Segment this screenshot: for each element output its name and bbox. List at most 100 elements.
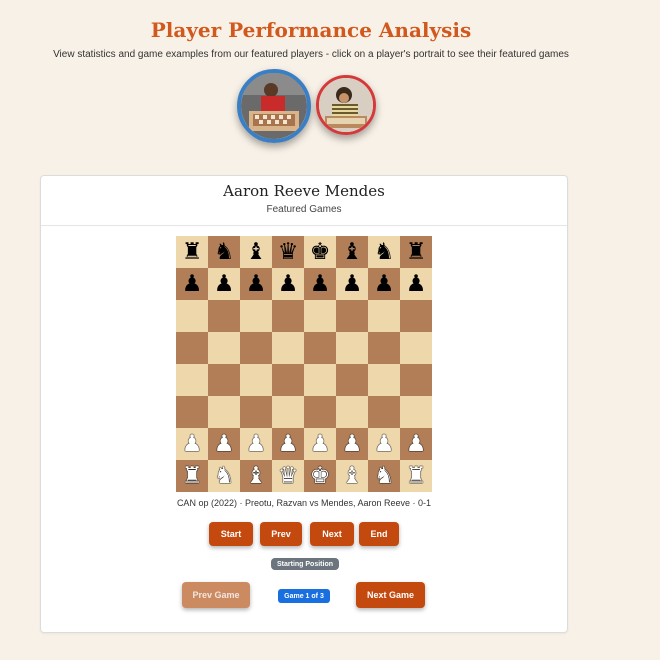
board-square-g6[interactable] [368,300,400,332]
black-pawn-icon[interactable]: ♟ [406,272,427,296]
board-square-e1[interactable]: ♚ [304,460,336,492]
black-pawn-icon[interactable]: ♟ [182,272,203,296]
white-pawn-icon[interactable]: ♟ [278,432,299,456]
board-square-d7[interactable]: ♟ [272,268,304,300]
white-pawn-icon[interactable]: ♟ [246,432,267,456]
board-square-b6[interactable] [208,300,240,332]
board-square-b8[interactable]: ♞ [208,236,240,268]
board-square-d4[interactable] [272,364,304,396]
board-square-f7[interactable]: ♟ [336,268,368,300]
white-bishop-icon[interactable]: ♝ [342,464,363,488]
next-game-button[interactable]: Next Game [356,582,425,608]
board-square-c4[interactable] [240,364,272,396]
board-square-b5[interactable] [208,332,240,364]
white-pawn-icon[interactable]: ♟ [374,432,395,456]
board-square-b2[interactable]: ♟ [208,428,240,460]
board-square-h8[interactable]: ♜ [400,236,432,268]
board-square-d3[interactable] [272,396,304,428]
player-portrait-mendes[interactable] [237,69,311,143]
board-square-f3[interactable] [336,396,368,428]
board-square-a5[interactable] [176,332,208,364]
black-pawn-icon[interactable]: ♟ [278,272,299,296]
board-square-b3[interactable] [208,396,240,428]
next-button[interactable]: Next [310,522,354,546]
white-knight-icon[interactable]: ♞ [374,464,395,488]
board-square-e7[interactable]: ♟ [304,268,336,300]
board-square-f1[interactable]: ♝ [336,460,368,492]
board-square-f2[interactable]: ♟ [336,428,368,460]
board-square-e6[interactable] [304,300,336,332]
board-square-a6[interactable] [176,300,208,332]
board-square-a3[interactable] [176,396,208,428]
board-square-h3[interactable] [400,396,432,428]
board-square-g7[interactable]: ♟ [368,268,400,300]
black-pawn-icon[interactable]: ♟ [310,272,331,296]
board-square-f6[interactable] [336,300,368,332]
white-pawn-icon[interactable]: ♟ [342,432,363,456]
board-square-a4[interactable] [176,364,208,396]
board-square-g8[interactable]: ♞ [368,236,400,268]
board-square-b7[interactable]: ♟ [208,268,240,300]
black-knight-icon[interactable]: ♞ [214,240,235,264]
white-queen-icon[interactable]: ♛ [278,464,299,488]
board-square-e3[interactable] [304,396,336,428]
board-square-a7[interactable]: ♟ [176,268,208,300]
black-pawn-icon[interactable]: ♟ [214,272,235,296]
board-square-a2[interactable]: ♟ [176,428,208,460]
board-square-g4[interactable] [368,364,400,396]
black-rook-icon[interactable]: ♜ [182,240,203,264]
board-square-d8[interactable]: ♛ [272,236,304,268]
prev-button[interactable]: Prev [260,522,302,546]
board-square-c7[interactable]: ♟ [240,268,272,300]
chess-board[interactable]: ♜ ♞ ♝ ♛ ♚ ♝ ♞ ♜ ♟ ♟ ♟ ♟ ♟ ♟ ♟ ♟ ♟ ♟ ♟ ♟ ♟ ♟ ♟ ♟ ♜ ♞ ♝ ♛ ♚ ♝ ♞ ♜ [176,236,432,492]
white-pawn-icon[interactable]: ♟ [310,432,331,456]
white-knight-icon[interactable]: ♞ [214,464,235,488]
end-button[interactable]: End [359,522,399,546]
board-square-h2[interactable]: ♟ [400,428,432,460]
black-pawn-icon[interactable]: ♟ [374,272,395,296]
board-square-f4[interactable] [336,364,368,396]
board-square-c3[interactable] [240,396,272,428]
prev-game-button[interactable]: Prev Game [182,582,250,608]
white-king-icon[interactable]: ♚ [310,464,331,488]
board-square-b1[interactable]: ♞ [208,460,240,492]
board-square-h7[interactable]: ♟ [400,268,432,300]
board-square-g5[interactable] [368,332,400,364]
black-pawn-icon[interactable]: ♟ [342,272,363,296]
board-square-h6[interactable] [400,300,432,332]
board-square-e5[interactable] [304,332,336,364]
black-queen-icon[interactable]: ♛ [278,240,299,264]
board-square-f5[interactable] [336,332,368,364]
black-knight-icon[interactable]: ♞ [374,240,395,264]
board-square-e8[interactable]: ♚ [304,236,336,268]
board-square-b4[interactable] [208,364,240,396]
player-portrait-second[interactable] [316,75,376,135]
white-pawn-icon[interactable]: ♟ [214,432,235,456]
black-bishop-icon[interactable]: ♝ [342,240,363,264]
board-square-c6[interactable] [240,300,272,332]
board-square-h1[interactable]: ♜ [400,460,432,492]
board-square-e2[interactable]: ♟ [304,428,336,460]
board-square-d1[interactable]: ♛ [272,460,304,492]
board-square-g1[interactable]: ♞ [368,460,400,492]
start-button[interactable]: Start [209,522,253,546]
white-pawn-icon[interactable]: ♟ [406,432,427,456]
white-rook-icon[interactable]: ♜ [406,464,427,488]
black-pawn-icon[interactable]: ♟ [246,272,267,296]
black-rook-icon[interactable]: ♜ [406,240,427,264]
board-square-a8[interactable]: ♜ [176,236,208,268]
board-square-c8[interactable]: ♝ [240,236,272,268]
white-rook-icon[interactable]: ♜ [182,464,203,488]
board-square-a1[interactable]: ♜ [176,460,208,492]
white-pawn-icon[interactable]: ♟ [182,432,203,456]
board-square-c2[interactable]: ♟ [240,428,272,460]
white-bishop-icon[interactable]: ♝ [246,464,267,488]
board-square-d6[interactable] [272,300,304,332]
board-square-c1[interactable]: ♝ [240,460,272,492]
board-square-g3[interactable] [368,396,400,428]
black-king-icon[interactable]: ♚ [310,240,331,264]
board-square-c5[interactable] [240,332,272,364]
black-bishop-icon[interactable]: ♝ [246,240,267,264]
board-square-h4[interactable] [400,364,432,396]
board-square-e4[interactable] [304,364,336,396]
